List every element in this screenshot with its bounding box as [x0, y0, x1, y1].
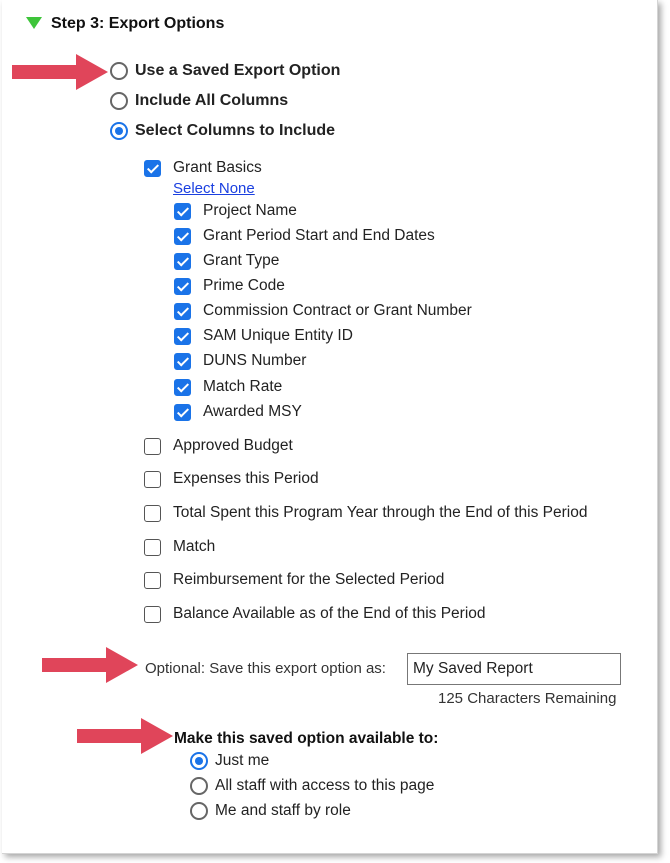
column-label: Grant Period Start and End Dates	[203, 227, 435, 244]
characters-remaining: 125 Characters Remaining	[438, 690, 617, 707]
checkbox-awarded-msy[interactable]	[174, 404, 191, 421]
group-label: Expenses this Period	[173, 470, 319, 487]
export-options-panel: Step 3: Export Options Use a Saved Expor…	[2, 0, 658, 854]
checkbox-expenses-this-period[interactable]	[144, 471, 161, 488]
column-label: DUNS Number	[203, 352, 307, 369]
checkbox-balance-available[interactable]	[144, 606, 161, 623]
arrow-right-icon	[12, 54, 108, 90]
radio-include-all-columns[interactable]	[110, 92, 128, 110]
select-none-link[interactable]: Select None	[173, 180, 255, 197]
save-option-name-input[interactable]	[407, 653, 621, 685]
triangle-down-icon[interactable]	[26, 17, 42, 29]
radio-select-columns[interactable]	[110, 122, 128, 140]
arrow-right-icon	[77, 718, 173, 754]
checkbox-project-name[interactable]	[174, 203, 191, 220]
group-label: Balance Available as of the End of this …	[173, 605, 486, 622]
arrow-right-icon	[42, 647, 138, 683]
radio-label-staff-by-role: Me and staff by role	[215, 802, 351, 819]
checkbox-match[interactable]	[144, 539, 161, 556]
radio-label-use-saved-export: Use a Saved Export Option	[135, 62, 341, 79]
column-label: Match Rate	[203, 378, 283, 395]
checkbox-label-grant-basics: Grant Basics	[173, 159, 262, 176]
checkbox-total-spent[interactable]	[144, 505, 161, 522]
checkbox-match-rate[interactable]	[174, 379, 191, 396]
save-option-label: Optional: Save this export option as:	[145, 660, 386, 677]
radio-label-all-staff: All staff with access to this page	[215, 777, 435, 794]
checkbox-sam-unique-entity-id[interactable]	[174, 328, 191, 345]
checkbox-grant-basics[interactable]	[144, 160, 161, 177]
column-label: SAM Unique Entity ID	[203, 327, 353, 344]
checkbox-prime-code[interactable]	[174, 278, 191, 295]
checkbox-grant-period-dates[interactable]	[174, 228, 191, 245]
group-label: Reimbursement for the Selected Period	[173, 571, 445, 588]
step-title: Step 3: Export Options	[51, 15, 225, 32]
checkbox-grant-type[interactable]	[174, 253, 191, 270]
group-label: Total Spent this Program Year through th…	[173, 504, 588, 521]
radio-just-me[interactable]	[190, 752, 208, 770]
checkbox-duns-number[interactable]	[174, 353, 191, 370]
radio-staff-by-role[interactable]	[190, 802, 208, 820]
radio-label-select-columns: Select Columns to Include	[135, 122, 336, 139]
radio-label-just-me: Just me	[215, 752, 270, 769]
column-label: Grant Type	[203, 252, 280, 269]
column-label: Commission Contract or Grant Number	[203, 302, 472, 319]
radio-use-saved-export[interactable]	[110, 62, 128, 80]
checkbox-reimbursement[interactable]	[144, 572, 161, 589]
checkbox-commission-contract[interactable]	[174, 303, 191, 320]
column-label: Project Name	[203, 202, 297, 219]
column-label: Prime Code	[203, 277, 285, 294]
checkbox-approved-budget[interactable]	[144, 438, 161, 455]
radio-label-include-all-columns: Include All Columns	[135, 92, 289, 109]
group-label: Approved Budget	[173, 437, 293, 454]
group-label: Match	[173, 538, 216, 555]
availability-label: Make this saved option available to:	[174, 730, 439, 747]
radio-all-staff[interactable]	[190, 777, 208, 795]
column-label: Awarded MSY	[203, 403, 302, 420]
